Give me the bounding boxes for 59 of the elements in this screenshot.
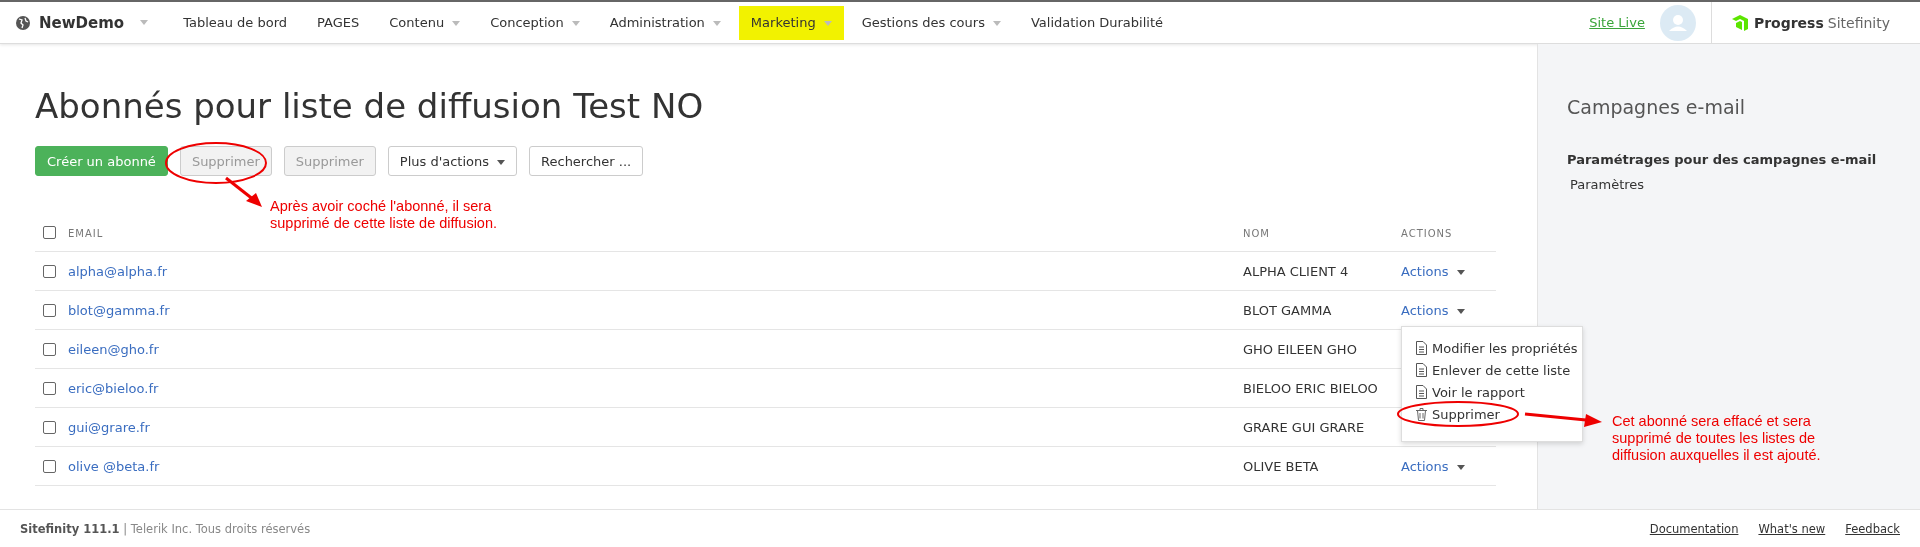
document-icon	[1416, 341, 1427, 355]
nav-tab[interactable]: Contenu	[377, 5, 473, 40]
column-header: ACTIONS	[1401, 228, 1453, 239]
toolbar-button[interactable]: Rechercher ...	[529, 146, 644, 176]
email-link[interactable]: gui@grare.fr	[68, 419, 150, 435]
row-checkbox[interactable]	[43, 420, 56, 434]
email-link[interactable]: blot@gamma.fr	[68, 302, 170, 318]
document-icon	[1416, 385, 1427, 399]
sidebar-heading: Paramétrages pour des campagnes e-mail	[1567, 152, 1878, 167]
document-icon	[1416, 363, 1427, 377]
site-selector[interactable]: NewDemo	[0, 13, 169, 32]
email-link[interactable]: eileen@gho.fr	[68, 341, 159, 357]
toolbar-button[interactable]: Plus d'actions	[387, 146, 518, 176]
globe-icon	[15, 14, 31, 31]
version-text: Sitefinity 111.1	[20, 521, 120, 536]
nav-tab[interactable]: Tableau de bord	[171, 5, 300, 40]
actions-dropdown[interactable]: Actions	[1401, 263, 1465, 279]
footer-link[interactable]: Feedback	[1845, 521, 1900, 536]
email-link[interactable]: eric@bieloo.fr	[68, 380, 159, 396]
product-name: Sitefinity	[1827, 14, 1890, 31]
email-link[interactable]: alpha@alpha.fr	[68, 263, 168, 279]
column-header: EMAIL	[68, 228, 104, 239]
row-checkbox[interactable]	[43, 381, 56, 395]
row-checkbox[interactable]	[43, 303, 56, 317]
menu-item[interactable]: Modifier les propriétés	[1416, 337, 1582, 359]
name-cell: OLIVE BETA	[1243, 458, 1319, 474]
select-all-checkbox[interactable]	[43, 226, 56, 239]
annotation-text: Cet abonné sera effacé et sera supprimé de toutes les listes de diffusion auxquelles il est ajouté.	[1612, 413, 1822, 464]
footer-link[interactable]: Documentation	[1649, 521, 1739, 536]
name-cell: BIELOO ERIC BIELOO	[1243, 380, 1378, 396]
email-link[interactable]: olive @beta.fr	[68, 458, 160, 474]
footer-link[interactable]: What's new	[1758, 521, 1826, 536]
copyright-text: | Telerik Inc. Tous droits réservés	[123, 521, 311, 536]
menu-item[interactable]: Enlever de cette liste	[1416, 359, 1582, 381]
nav-tab[interactable]: Administration	[597, 5, 733, 40]
column-header: NOM	[1243, 228, 1270, 239]
nav-tab[interactable]: Conception	[478, 5, 592, 40]
nav-tab[interactable]: Validation Durabilité	[1018, 5, 1175, 40]
actions-dropdown[interactable]: Actions	[1401, 302, 1465, 318]
sidebar-title: Campagnes e-mail	[1567, 96, 1747, 118]
annotation-arrow	[225, 176, 262, 207]
settings-link[interactable]: Paramètres	[1570, 177, 1645, 192]
annotation-text: Après avoir coché l'abonné, il sera supprimé de cette liste de diffusion.	[270, 198, 499, 232]
menu-item[interactable]: Voir le rapport	[1416, 381, 1582, 403]
name-cell: GHO EILEEN GHO	[1243, 341, 1357, 357]
row-checkbox[interactable]	[43, 264, 56, 278]
trash-icon	[1416, 407, 1427, 421]
name-cell: BLOT GAMMA	[1243, 302, 1332, 318]
name-cell: GRARE GUI GRARE	[1243, 419, 1365, 435]
page-title: Abonnés pour liste de diffusion Test NO	[35, 86, 705, 126]
name-cell: ALPHA CLIENT 4	[1243, 263, 1349, 279]
nav-tab[interactable]: PAGES	[305, 5, 372, 40]
row-checkbox[interactable]	[43, 459, 56, 473]
brand-name: Progress	[1753, 14, 1824, 31]
nav-tab[interactable]: Gestions des cours	[849, 5, 1013, 40]
row-checkbox[interactable]	[43, 342, 56, 356]
menu-item[interactable]: Supprimer	[1416, 403, 1582, 425]
nav-tab[interactable]: Marketing	[738, 5, 844, 40]
actions-dropdown[interactable]: Actions	[1401, 458, 1465, 474]
